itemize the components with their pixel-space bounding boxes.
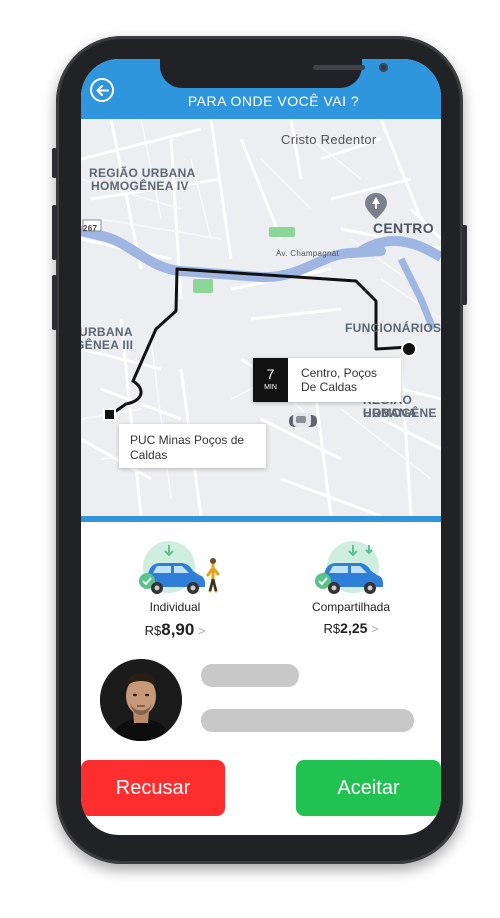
power-button [462,225,467,305]
driver-photo [100,659,182,741]
region-label-1b: HOMOGÊNEA IV [91,179,189,193]
eta-box: 7 MIN [253,358,288,402]
car-shared-icon [315,541,383,594]
price-value: 2,25 [340,620,368,636]
front-camera [379,63,388,72]
avenue-label: Av. Champagnat [276,249,340,258]
ride-option-individual[interactable]: Individual R$8,90 > [127,539,223,640]
speaker-grille [313,65,365,70]
region-label-2b: GÊNEA III [81,338,134,352]
eta-minutes: 7 [266,366,275,382]
app-screen: PARA ONDE VOCÊ VAI ? Cristo Redentor REG… [81,59,441,835]
option-price: R$8,90 > [127,620,223,640]
driver-avatar [100,659,182,741]
chevron-right-icon: > [371,622,379,636]
volume-down-button [52,275,57,330]
funcionarios-label: FUNCIONÁRIOS [345,321,441,335]
map-divider [81,516,441,522]
origin-line-1: PUC Minas Poços de [130,433,245,447]
currency-symbol: R$ [323,621,341,636]
driver-name-placeholder [201,664,299,687]
currency-symbol: R$ [144,623,162,638]
accept-button[interactable]: Aceitar [296,760,441,816]
chevron-right-icon: > [198,624,206,638]
destination-line-2: De Caldas [301,380,358,394]
origin-line-2: Caldas [130,448,168,462]
volume-up-button [52,205,57,260]
driver-info-placeholder [201,709,414,732]
region-label-3b: HOMOGÊNE [363,406,437,420]
mute-switch [52,148,57,178]
centro-label: CENTRO [373,220,434,236]
car-passenger-icon [139,541,220,594]
landmark-label: Cristo Redentor [281,132,377,147]
option-label: Individual [149,600,201,614]
route-map[interactable]: Cristo Redentor REGIÃO URBANA HOMOGÊNEA … [81,119,441,516]
eta-unit: MIN [264,384,277,391]
page-title: PARA ONDE VOCÊ VAI ? [187,93,360,109]
option-label: Compartilhada [311,600,391,614]
destination-callout[interactable]: 7 MIN Centro, Poços De Caldas [253,358,401,402]
ride-option-compartilhada[interactable]: Compartilhada R$2,25 > [297,539,405,636]
destination-line-1: Centro, Poços [301,366,378,380]
option-price: R$2,25 > [297,620,405,636]
road-number-label: 267 [83,224,98,233]
price-value: 8,90 [161,620,195,639]
decline-button[interactable]: Recusar [81,760,225,816]
origin-callout[interactable]: PUC Minas Poços de Caldas [119,424,266,468]
phone-notch [160,59,388,88]
